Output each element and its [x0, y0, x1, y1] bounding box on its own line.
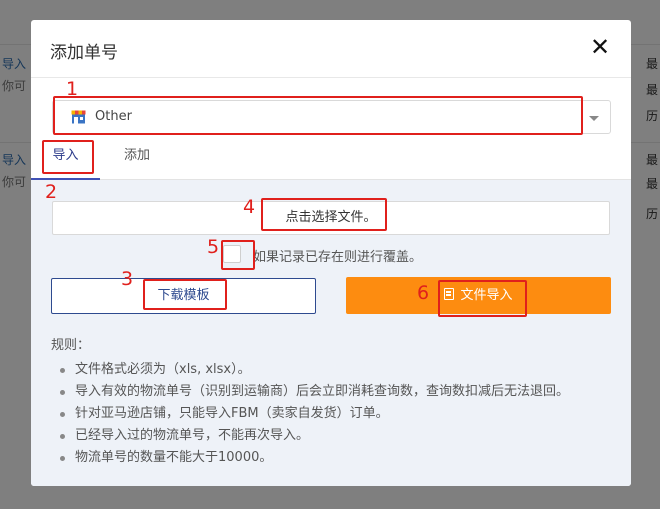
dialog-title: 添加单号 [50, 43, 118, 63]
rules-list: 文件格式必须为（xls, xlsx）。 导入有效的物流单号（识别到运输商）后会立… [51, 359, 621, 469]
list-item: 物流单号的数量不能大于10000。 [51, 447, 621, 469]
annotation-number-1: 1 [66, 78, 79, 100]
annotation-number-2: 2 [45, 181, 58, 203]
annotation-box-3 [143, 279, 227, 310]
annotation-number-6: 6 [417, 282, 430, 304]
dialog-header: 添加单号 ✕ [31, 20, 631, 78]
list-item: 导入有效的物流单号（识别到运输商）后会立即消耗查询数，查询数扣减后无法退回。 [51, 381, 621, 403]
annotation-box-4 [261, 198, 387, 231]
annotation-number-5: 5 [207, 236, 220, 258]
chevron-down-icon[interactable] [589, 116, 599, 121]
tab-add[interactable]: 添加 [111, 141, 163, 180]
annotation-box-2 [42, 140, 94, 174]
add-tracking-dialog: 添加单号 ✕ Other 导入 添加 点击选择文件。 如果记录已存在则进行覆盖。… [31, 20, 631, 486]
dialog-tabs: 导入 添加 [31, 141, 631, 180]
annotation-box-6 [438, 280, 527, 317]
annotation-box-1 [53, 96, 583, 135]
close-x-icon[interactable]: ✕ [589, 34, 611, 60]
annotation-number-4: 4 [243, 196, 256, 218]
list-item: 文件格式必须为（xls, xlsx）。 [51, 359, 621, 381]
annotation-number-3: 3 [121, 268, 134, 290]
rules-title: 规则： [51, 338, 91, 353]
list-item: 针对亚马逊店铺，只能导入FBM（卖家自发货）订单。 [51, 403, 621, 425]
overwrite-label[interactable]: 如果记录已存在则进行覆盖。 [253, 246, 422, 265]
rules-section: 规则： 文件格式必须为（xls, xlsx）。 导入有效的物流单号（识别到运输商… [51, 337, 621, 469]
annotation-box-5 [221, 240, 255, 270]
list-item: 已经导入过的物流单号，不能再次导入。 [51, 425, 621, 447]
